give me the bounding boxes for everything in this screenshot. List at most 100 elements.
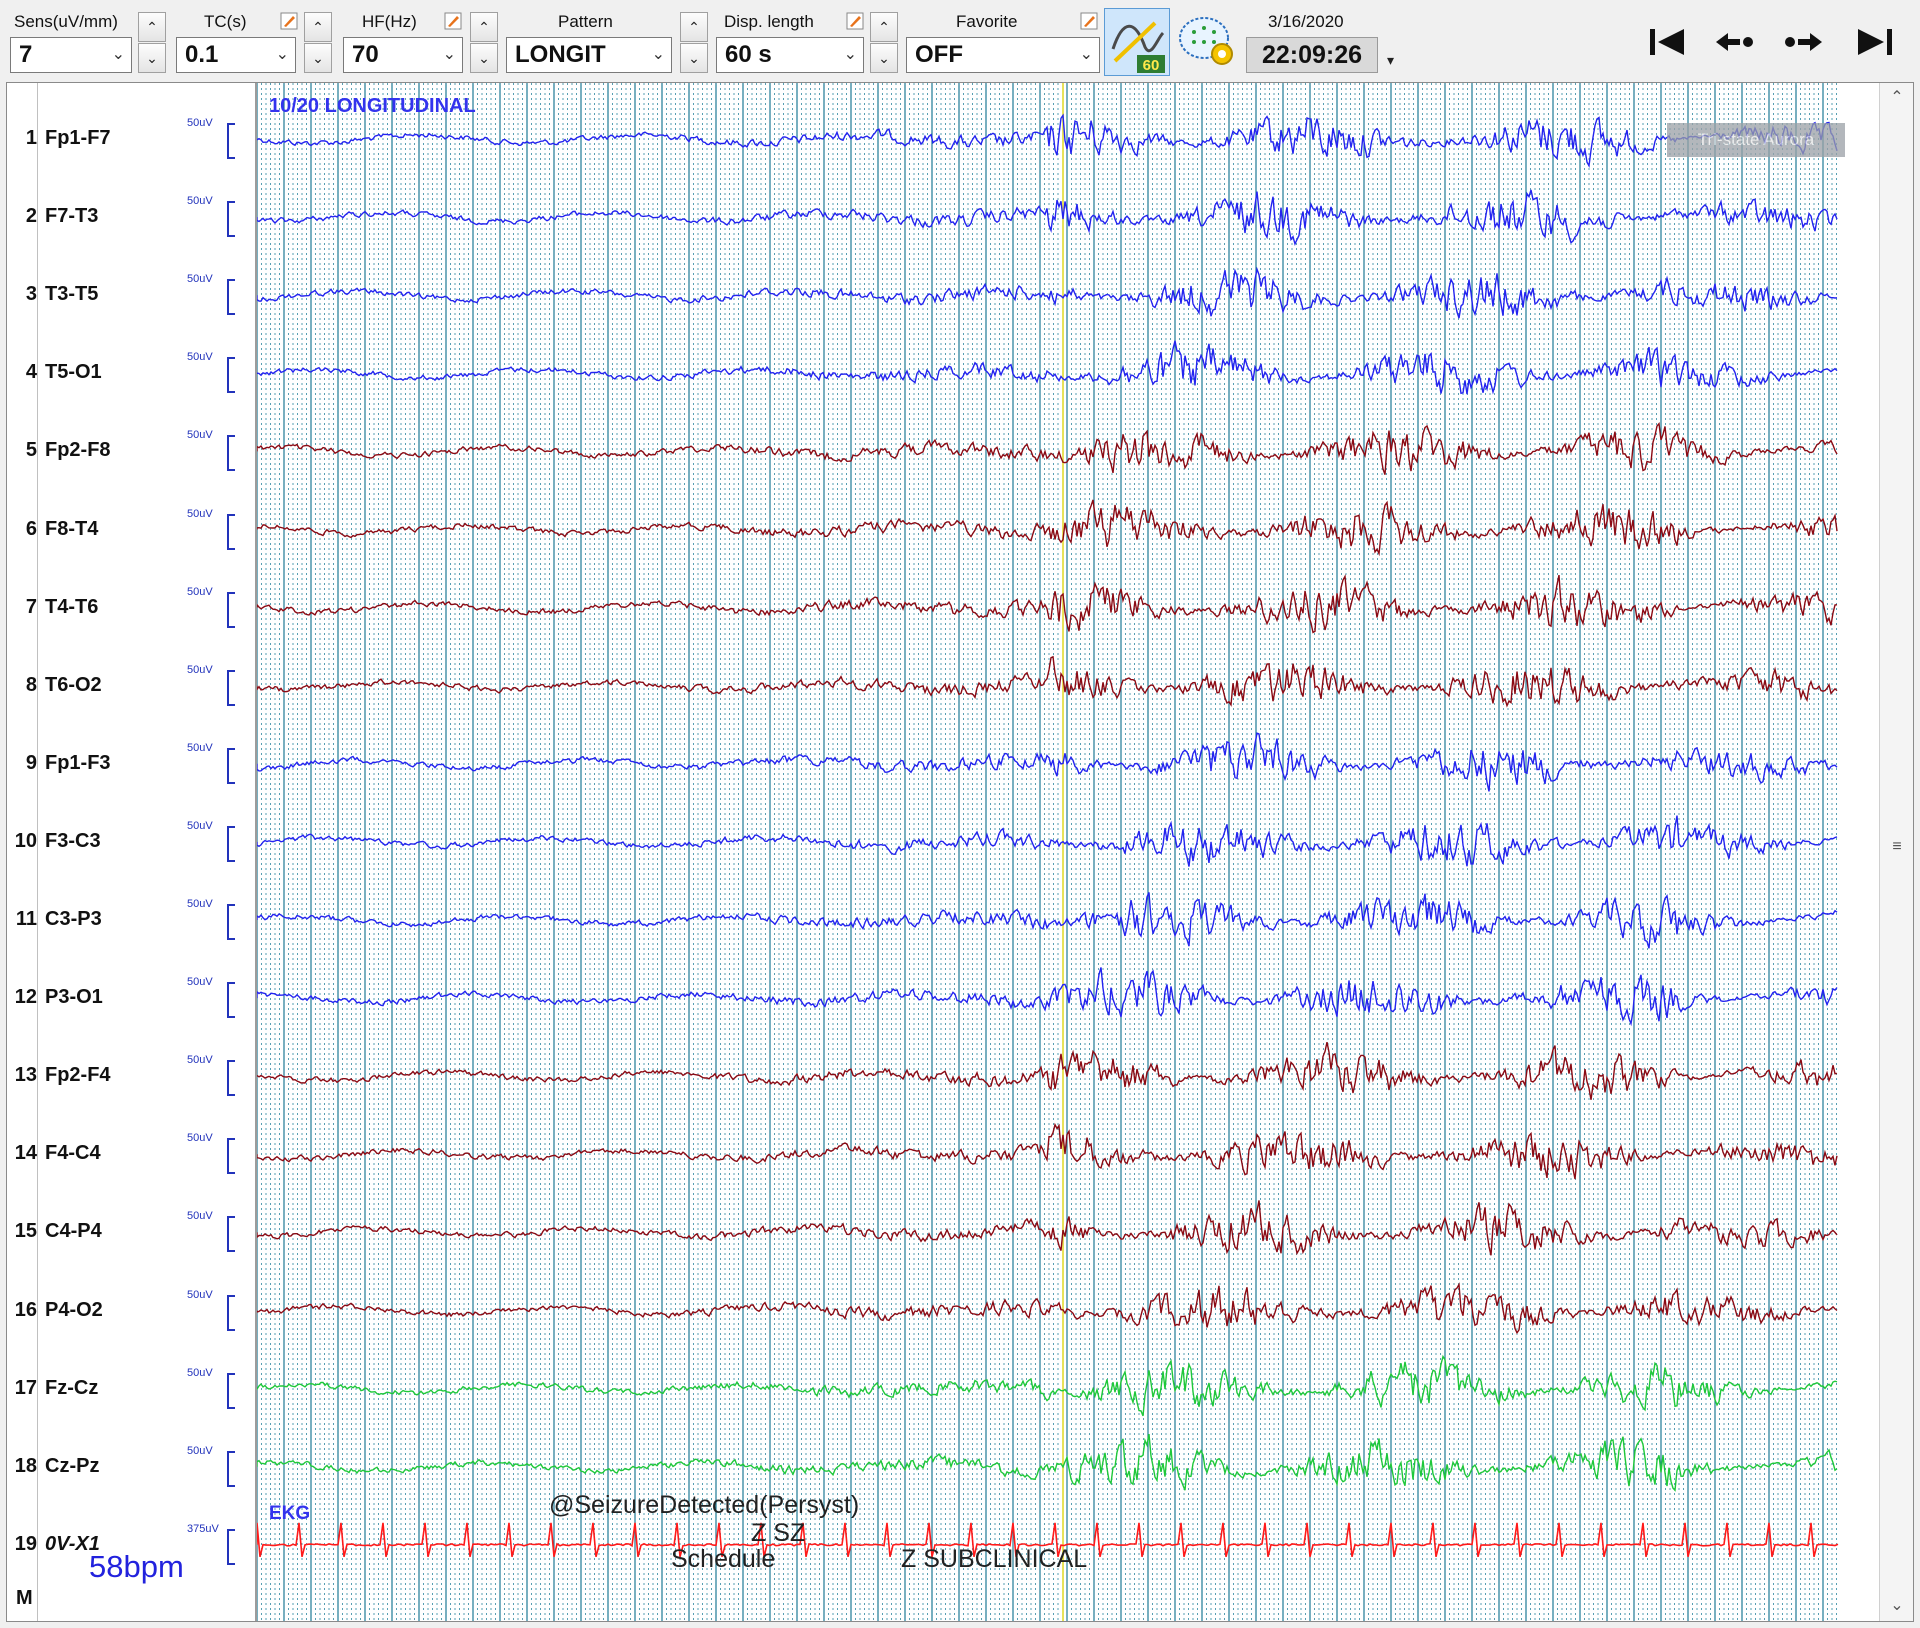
tc-label: TC(s) <box>204 12 247 31</box>
tc-select[interactable]: 0.1 ⌄ <box>176 37 296 73</box>
ekg-label: EKG <box>269 1503 311 1524</box>
channel-label[interactable]: T6-O2 <box>45 674 102 697</box>
edit-pencil-icon[interactable] <box>280 12 298 30</box>
time-display: 22:09:26 <box>1246 37 1378 73</box>
favorite-select[interactable]: OFF ⌄ <box>906 37 1100 73</box>
montage-title: 10/20 LONGITUDINAL <box>269 95 476 117</box>
sens-select[interactable]: 7 ⌄ <box>10 37 132 73</box>
channel-number: 7 <box>25 595 37 618</box>
pattern-select[interactable]: LONGIT ⌄ <box>506 37 672 73</box>
channel-sensitivity: 50uV <box>187 1288 213 1301</box>
autoscale-badge: 60 <box>1143 57 1160 74</box>
go-to-end-icon[interactable] <box>1852 20 1898 66</box>
chevron-down-icon: ⌄ <box>843 46 857 63</box>
channel-label[interactable]: F3-C3 <box>45 830 101 853</box>
go-to-start-icon[interactable] <box>1644 20 1690 66</box>
annotation-subclinical[interactable]: Z SUBCLINICAL <box>901 1545 1087 1574</box>
channel-number: 14 <box>14 1142 37 1165</box>
channel-sensitivity: 50uV <box>187 1054 213 1067</box>
annotation-z-sz[interactable]: Z SZ <box>751 1519 805 1548</box>
channel-sensitivity: 50uV <box>187 507 213 520</box>
calibration-bar <box>227 904 235 940</box>
channel-label[interactable]: T3-T5 <box>45 283 98 306</box>
sens-up-button[interactable]: ⌃ <box>138 12 166 42</box>
disp-length-up-button[interactable]: ⌃ <box>870 12 898 42</box>
chevron-down-icon: ⌄ <box>111 46 125 63</box>
scroll-up-icon[interactable]: ⌃ <box>1880 83 1914 113</box>
disp-length-select[interactable]: 60 s ⌄ <box>716 37 864 73</box>
heart-rate: 58bpm <box>89 1549 184 1584</box>
calibration-bar <box>227 1060 235 1097</box>
channel-label[interactable]: F4-C4 <box>45 1142 101 1165</box>
sens-value: 7 <box>19 41 33 68</box>
favorite-label: Favorite <box>956 12 1018 31</box>
vertical-scrollbar[interactable]: ⌃ ≡ ⌄ <box>1879 83 1913 1621</box>
calibration-bar <box>227 1450 235 1487</box>
calibration-bar <box>227 1294 235 1331</box>
calibration-bar <box>227 669 235 706</box>
channel-label[interactable]: P4-O2 <box>45 1299 103 1322</box>
eeg-traces <box>257 83 1839 1621</box>
step-back-icon[interactable] <box>1712 20 1758 66</box>
tc-value: 0.1 <box>185 41 219 68</box>
hf-down-button[interactable]: ⌄ <box>470 43 498 73</box>
channel-label[interactable]: Cz-Pz <box>45 1455 99 1478</box>
channel-number: 17 <box>14 1376 37 1399</box>
channel-number: 5 <box>25 439 37 462</box>
calibration-bar <box>227 982 235 1019</box>
channel-label[interactable]: F7-T3 <box>45 205 98 228</box>
hf-select[interactable]: 70 ⌄ <box>343 37 463 73</box>
pattern-up-button[interactable]: ⌃ <box>680 12 708 42</box>
channel-label[interactable]: Fp2-F4 <box>45 1064 111 1087</box>
tc-down-button[interactable]: ⌄ <box>304 43 332 73</box>
channel-label[interactable]: C4-P4 <box>45 1220 102 1243</box>
annotation-seizure-detected[interactable]: @SeizureDetected(Persyst) <box>549 1491 859 1520</box>
channel-sensitivity: 50uV <box>187 819 213 832</box>
channel-label[interactable]: P3-O1 <box>45 986 103 1009</box>
channel-number: 8 <box>25 673 37 696</box>
channel-label[interactable]: T5-O1 <box>45 361 102 384</box>
channel-label[interactable]: Fp1-F3 <box>45 752 111 775</box>
autoscale-button[interactable]: 60 <box>1104 8 1170 76</box>
edit-pencil-icon[interactable] <box>846 12 864 30</box>
electrode-settings-button[interactable] <box>1176 8 1242 76</box>
scroll-down-icon[interactable]: ⌄ <box>1880 1591 1914 1621</box>
channel-sensitivity: 50uV <box>187 273 213 286</box>
annotation-schedule[interactable]: Schedule <box>671 1545 775 1574</box>
hf-value: 70 <box>352 41 379 68</box>
hf-label: HF(Hz) <box>362 12 417 31</box>
channel-sensitivity: 50uV <box>187 1444 213 1457</box>
channel-sensitivity: 50uV <box>187 976 213 989</box>
channel-sensitivity: 375uV <box>187 1522 219 1535</box>
step-forward-icon[interactable] <box>1780 20 1826 66</box>
channel-label[interactable]: Fp1-F7 <box>45 127 111 150</box>
channel-label[interactable]: C3-P3 <box>45 908 102 931</box>
hf-up-button[interactable]: ⌃ <box>470 12 498 42</box>
edit-pencil-icon[interactable] <box>444 12 462 30</box>
channel-label[interactable]: Fz-Cz <box>45 1377 98 1400</box>
channel-number: 13 <box>14 1064 37 1087</box>
sens-down-button[interactable]: ⌄ <box>138 43 166 73</box>
calibration-bar <box>227 435 235 472</box>
channel-label[interactable]: T4-T6 <box>45 596 98 619</box>
edit-pencil-icon[interactable] <box>1080 12 1098 30</box>
calibration-bar <box>227 279 235 316</box>
channel-label[interactable]: F8-T4 <box>45 518 98 541</box>
sens-label: Sens(uV/mm) <box>14 12 118 31</box>
pattern-down-button[interactable]: ⌄ <box>680 43 708 73</box>
time-dropdown-icon[interactable]: ▾ <box>1387 52 1394 69</box>
channel-number: 15 <box>14 1220 37 1243</box>
calibration-bar <box>227 201 235 238</box>
tc-up-button[interactable]: ⌃ <box>304 12 332 42</box>
scroll-thumb-icon[interactable]: ≡ <box>1886 838 1908 858</box>
channel-number: 19 <box>14 1532 37 1555</box>
trace-area[interactable]: 10/20 LONGITUDINAL Tri-state Aurora EKG … <box>257 83 1879 1621</box>
channel-sensitivity: 50uV <box>187 117 213 129</box>
calibration-bar <box>227 1138 235 1175</box>
calibration-bar <box>227 1372 235 1409</box>
calibration-bar <box>227 1216 235 1253</box>
channel-label[interactable]: Fp2-F8 <box>45 439 111 462</box>
calibration-bar <box>227 123 235 159</box>
channel-sensitivity: 50uV <box>187 351 213 364</box>
disp-length-down-button[interactable]: ⌄ <box>870 43 898 73</box>
